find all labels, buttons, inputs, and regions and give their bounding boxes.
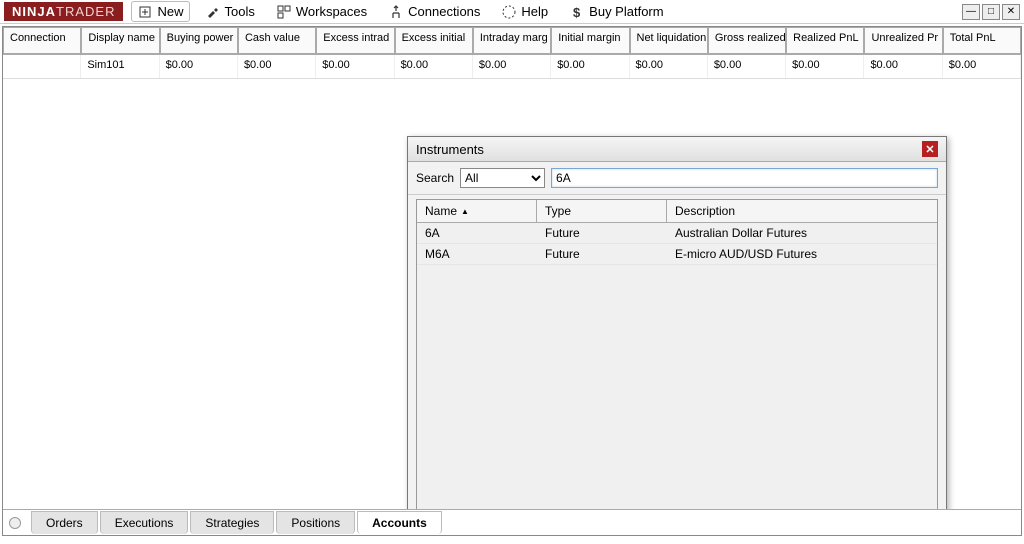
instrument-row[interactable]: 6A Future Australian Dollar Futures	[417, 223, 937, 244]
col-display-name[interactable]: Display name	[81, 27, 159, 54]
tab-executions[interactable]: Executions	[100, 511, 189, 534]
new-icon	[138, 5, 152, 19]
menu-tools[interactable]: Tools	[198, 1, 261, 22]
menu-new-label: New	[157, 4, 183, 19]
window-controls: — □ ✕	[960, 4, 1020, 20]
dialog-title-text: Instruments	[416, 142, 484, 157]
cell-display-name: Sim101	[81, 55, 159, 78]
tab-positions[interactable]: Positions	[276, 511, 355, 534]
inst-desc: Australian Dollar Futures	[667, 223, 937, 243]
col-realized-pnl[interactable]: Realized PnL	[786, 27, 864, 54]
col-buying-power[interactable]: Buying power	[160, 27, 238, 54]
cell-unrealized-pnl: $0.00	[864, 55, 942, 78]
instrument-list: Name ▲ Type Description 6A Future Austra…	[416, 199, 938, 509]
col-intraday-margin[interactable]: Intraday marg	[473, 27, 551, 54]
grid-body: Sim101 $0.00 $0.00 $0.00 $0.00 $0.00 $0.…	[3, 55, 1021, 509]
close-button[interactable]: ✕	[1002, 4, 1020, 20]
dollar-icon: $	[570, 5, 584, 19]
inst-desc: E-micro AUD/USD Futures	[667, 244, 937, 264]
menu-buy-platform[interactable]: $ Buy Platform	[563, 1, 670, 22]
grid-header: Connection Display name Buying power Cas…	[3, 27, 1021, 55]
menu-help-label: Help	[521, 4, 548, 19]
inst-type: Future	[537, 223, 667, 243]
cell-initial-margin: $0.00	[551, 55, 629, 78]
menu-connections-label: Connections	[408, 4, 480, 19]
main-menubar: NINJATRADER New Tools Workspaces Connect…	[0, 0, 1024, 24]
dialog-titlebar[interactable]: Instruments ✕	[408, 137, 946, 162]
workspaces-icon	[277, 5, 291, 19]
logo-part1: NINJA	[12, 4, 56, 19]
col-total-pnl[interactable]: Total PnL	[943, 27, 1021, 54]
col-excess-initial[interactable]: Excess initial	[395, 27, 473, 54]
menu-workspaces[interactable]: Workspaces	[270, 1, 374, 22]
search-input[interactable]	[551, 168, 938, 188]
menu-connections[interactable]: Connections	[382, 1, 487, 22]
dialog-search-row: Search All	[408, 162, 946, 195]
col-inst-name[interactable]: Name ▲	[417, 200, 537, 222]
help-icon	[502, 5, 516, 19]
inst-name: 6A	[417, 223, 537, 243]
filter-select[interactable]: All	[460, 168, 545, 188]
menu-new[interactable]: New	[131, 1, 190, 22]
inst-name: M6A	[417, 244, 537, 264]
col-net-liquidation[interactable]: Net liquidation	[630, 27, 708, 54]
cell-net-liquidation: $0.00	[630, 55, 708, 78]
instrument-list-header: Name ▲ Type Description	[417, 200, 937, 223]
instrument-row[interactable]: M6A Future E-micro AUD/USD Futures	[417, 244, 937, 265]
col-cash-value[interactable]: Cash value	[238, 27, 316, 54]
col-excess-intraday[interactable]: Excess intrad	[316, 27, 394, 54]
instrument-list-body: 6A Future Australian Dollar Futures M6A …	[417, 223, 937, 509]
cell-gross-realized: $0.00	[708, 55, 786, 78]
menu-help[interactable]: Help	[495, 1, 555, 22]
maximize-button[interactable]: □	[982, 4, 1000, 20]
tools-icon	[205, 5, 219, 19]
cell-excess-intraday: $0.00	[316, 55, 394, 78]
col-unrealized-pnl[interactable]: Unrealized Pr	[864, 27, 942, 54]
bottom-tabs: Orders Executions Strategies Positions A…	[3, 509, 1021, 535]
cell-cash-value: $0.00	[238, 55, 316, 78]
accounts-panel: Connection Display name Buying power Cas…	[2, 26, 1022, 536]
search-label: Search	[416, 171, 454, 185]
connections-icon	[389, 5, 403, 19]
connection-status-icon	[9, 517, 21, 529]
grid-row[interactable]: Sim101 $0.00 $0.00 $0.00 $0.00 $0.00 $0.…	[3, 55, 1021, 79]
cell-connection	[3, 55, 81, 78]
tab-accounts[interactable]: Accounts	[357, 511, 442, 534]
sort-up-icon: ▲	[461, 207, 469, 216]
app-logo: NINJATRADER	[4, 2, 123, 21]
tab-orders[interactable]: Orders	[31, 511, 98, 534]
cell-total-pnl: $0.00	[943, 55, 1021, 78]
cell-excess-initial: $0.00	[395, 55, 473, 78]
inst-type: Future	[537, 244, 667, 264]
minimize-button[interactable]: —	[962, 4, 980, 20]
col-initial-margin[interactable]: Initial margin	[551, 27, 629, 54]
cell-realized-pnl: $0.00	[786, 55, 864, 78]
tab-strategies[interactable]: Strategies	[190, 511, 274, 534]
cell-buying-power: $0.00	[160, 55, 238, 78]
menu-buy-label: Buy Platform	[589, 4, 663, 19]
instruments-dialog: Instruments ✕ Search All Name ▲ Type Des…	[407, 136, 947, 509]
menu-workspaces-label: Workspaces	[296, 4, 367, 19]
dialog-close-button[interactable]: ✕	[922, 141, 938, 157]
col-inst-name-label: Name	[425, 204, 457, 218]
col-inst-desc[interactable]: Description	[667, 200, 937, 222]
col-connection[interactable]: Connection	[3, 27, 81, 54]
logo-part2: TRADER	[56, 4, 115, 19]
col-inst-type[interactable]: Type	[537, 200, 667, 222]
col-gross-realized[interactable]: Gross realized	[708, 27, 786, 54]
menu-tools-label: Tools	[224, 4, 254, 19]
svg-text:$: $	[573, 5, 581, 19]
cell-intraday-margin: $0.00	[473, 55, 551, 78]
